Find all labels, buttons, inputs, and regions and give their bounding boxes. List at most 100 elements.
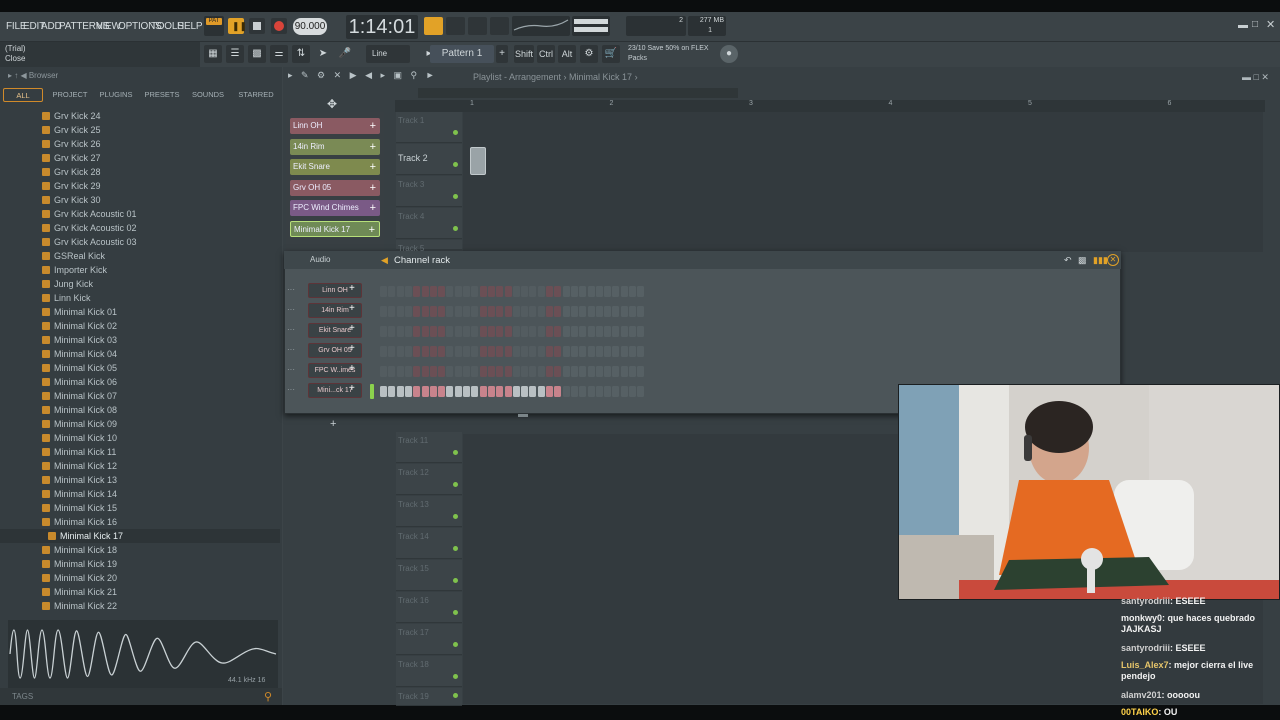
step-button[interactable] [529, 306, 537, 317]
step-button[interactable] [512, 386, 520, 397]
step-button[interactable] [629, 366, 636, 377]
step-button[interactable] [562, 326, 570, 337]
step-button[interactable] [487, 346, 495, 357]
step-button[interactable] [471, 366, 479, 377]
step-sequencer-icon[interactable]: ▮▮▮ [1093, 255, 1108, 266]
step-button[interactable] [521, 346, 529, 357]
browser-item[interactable]: Grv Kick Acoustic 03 [0, 235, 280, 249]
metronome-button[interactable] [490, 17, 509, 35]
step-button[interactable] [604, 326, 612, 337]
pattern-item[interactable]: Linn OH + [290, 118, 380, 134]
track-header[interactable]: Track 18 [396, 656, 462, 687]
browser-item[interactable]: Minimal Kick 07 [0, 389, 280, 403]
step-button[interactable] [438, 306, 446, 317]
step-button[interactable] [380, 366, 387, 377]
step-button[interactable] [496, 366, 504, 377]
step-button[interactable] [404, 386, 412, 397]
step-button[interactable] [554, 306, 562, 317]
step-button[interactable] [562, 386, 570, 397]
browser-item[interactable]: Minimal Kick 14 [0, 487, 280, 501]
browser-item[interactable]: Minimal Kick 12 [0, 459, 280, 473]
step-button[interactable] [463, 286, 470, 297]
step-button[interactable] [587, 346, 595, 357]
step-button[interactable] [612, 386, 620, 397]
step-button[interactable] [487, 366, 495, 377]
news-panel[interactable]: 23/10 Save 50% on FLEX Packs [628, 44, 728, 64]
channel-mute-button[interactable]: ··· [287, 305, 299, 317]
step-button[interactable] [570, 326, 578, 337]
step-button[interactable] [637, 306, 645, 317]
track-header[interactable]: Track 13 [396, 496, 462, 527]
step-button[interactable] [537, 286, 545, 297]
step-button[interactable] [479, 346, 487, 357]
step-button[interactable] [529, 366, 537, 377]
step-button[interactable] [504, 306, 512, 317]
track-header[interactable]: Track 1 [396, 112, 462, 143]
rack-arrow-icon[interactable]: ◀ [381, 255, 388, 266]
ctrl-key-button[interactable]: Ctrl [537, 45, 555, 63]
step-button[interactable] [429, 286, 437, 297]
minimize-icon[interactable]: ▬ [1238, 20, 1248, 31]
step-button[interactable] [620, 366, 628, 377]
track-header[interactable]: Track 5 [396, 240, 462, 253]
master-volume[interactable] [572, 16, 610, 36]
step-button[interactable] [604, 386, 612, 397]
pattern-item[interactable]: Minimal Kick 17 + [290, 221, 380, 237]
tab-starred[interactable]: STARRED [234, 88, 278, 102]
step-button[interactable] [413, 386, 421, 397]
step-button[interactable] [463, 366, 470, 377]
step-button[interactable] [454, 306, 462, 317]
step-button[interactable] [463, 326, 470, 337]
browser-item[interactable]: Grv Kick 30 [0, 193, 280, 207]
mixer-button[interactable]: ⚌ [270, 45, 288, 63]
track-enable-led[interactable] [453, 546, 458, 551]
step-button[interactable] [579, 346, 587, 357]
track-enable-led[interactable] [453, 610, 458, 615]
step-button[interactable] [587, 326, 595, 337]
browser-item[interactable]: Minimal Kick 11 [0, 445, 280, 459]
step-button[interactable] [595, 386, 603, 397]
browser-item[interactable]: Minimal Kick 05 [0, 361, 280, 375]
step-button[interactable] [537, 366, 545, 377]
track-enable-led[interactable] [453, 674, 458, 679]
step-button[interactable] [546, 286, 553, 297]
track-header[interactable]: Track 11 [396, 432, 462, 463]
pattern-plus-icon[interactable]: + [370, 118, 376, 134]
channel-mute-button[interactable]: ··· [287, 325, 299, 337]
step-button[interactable] [546, 366, 553, 377]
browser-item[interactable]: Linn Kick [0, 291, 280, 305]
step-button[interactable] [637, 326, 645, 337]
browser-item[interactable]: Grv Kick 28 [0, 165, 280, 179]
step-button[interactable] [612, 346, 620, 357]
track-enable-led[interactable] [453, 693, 458, 698]
step-button[interactable] [404, 286, 412, 297]
step-button[interactable] [512, 326, 520, 337]
step-button[interactable] [629, 306, 636, 317]
step-button[interactable] [479, 386, 487, 397]
step-button[interactable] [421, 386, 429, 397]
step-button[interactable] [487, 286, 495, 297]
step-button[interactable] [562, 306, 570, 317]
track-header[interactable]: Track 14 [396, 528, 462, 559]
typing-keyboard-icon[interactable]: ⚙ [580, 45, 598, 63]
close-window-icon[interactable]: ✕ [1266, 18, 1275, 31]
playlist-button[interactable]: ▦ [204, 45, 222, 63]
step-button[interactable] [421, 286, 429, 297]
step-button[interactable] [604, 366, 612, 377]
step-button[interactable] [604, 306, 612, 317]
step-button[interactable] [438, 346, 446, 357]
step-button[interactable] [504, 386, 512, 397]
step-button[interactable] [554, 386, 562, 397]
step-button[interactable] [446, 286, 454, 297]
step-button[interactable] [637, 346, 645, 357]
record-button[interactable] [271, 18, 287, 34]
song-position-display[interactable]: 1:14:01 [346, 15, 418, 39]
step-button[interactable] [388, 366, 396, 377]
step-button[interactable] [429, 366, 437, 377]
step-button[interactable] [570, 346, 578, 357]
step-button[interactable] [512, 306, 520, 317]
step-button[interactable] [429, 326, 437, 337]
browser-item[interactable]: Minimal Kick 18 [0, 543, 280, 557]
step-button[interactable] [463, 386, 470, 397]
step-button[interactable] [454, 286, 462, 297]
